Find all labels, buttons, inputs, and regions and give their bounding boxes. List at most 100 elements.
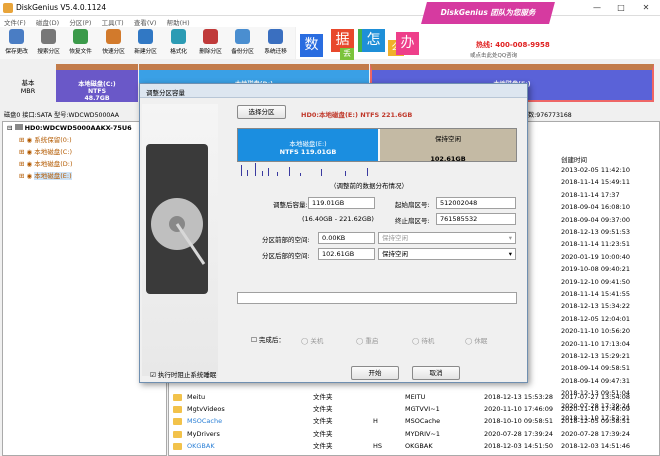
cell-type: 文件夹: [313, 393, 333, 401]
maximize-icon[interactable]: □: [612, 1, 630, 14]
after-space-input[interactable]: 102.61GB: [318, 248, 375, 260]
delete-partition-button[interactable]: 删除分区: [198, 29, 223, 58]
before-space-input[interactable]: 0.00KB: [318, 232, 375, 244]
after-space-label: 分区后部的空间:: [262, 252, 310, 260]
end-sector-label: 终止扇区号:: [395, 217, 430, 225]
table-row[interactable]: Meitu 文件夹 MEITU 2018-12-13 15:53:28 2017-07-…: [169, 392, 660, 403]
partition-icon: ⊞ ◉: [19, 136, 33, 144]
opt-shutdown[interactable]: ◯ 关机: [301, 335, 323, 345]
resize-partition-dialog: 调整分区容量 选择分区 HD0:本地磁盘(E:) NTFS 221.6GB 本地…: [139, 83, 528, 383]
folder-icon: [173, 430, 182, 438]
cell-name: MyDrivers: [187, 429, 220, 438]
menu-bar: 文件(F) 磁盘(D) 分区(P) 工具(T) 查看(V) 帮助(H): [0, 16, 660, 27]
data-distribution-graph: [241, 163, 368, 176]
cell-created: 2018-12-03 14:51:46: [561, 441, 631, 450]
banner-qq-link[interactable]: 或点击此处QQ咨询: [470, 51, 517, 59]
cell-created: 2017-07-27 13:54:08: [561, 393, 631, 401]
cell-created: 2018-12-05 09:58:51: [561, 417, 631, 426]
created-date-cell: 2019-10-08 09:40:21: [561, 265, 631, 274]
created-date-cell: 2018-11-14 11:23:51: [561, 240, 631, 249]
partition-bar-used[interactable]: 本地磁盘(E:) NTFS 119.01GB: [238, 129, 378, 161]
title-bar: DiskGenius V5.4.0.1124 — □ ✕: [0, 0, 660, 16]
partition-bar: 本地磁盘(E:) NTFS 119.01GB 保持空闲 102.61GB: [237, 128, 517, 163]
cell-modified: 2020-07-28 17:39:24: [484, 429, 554, 438]
cell-attr: H: [373, 417, 378, 426]
created-date-cell: 2020-01-19 10:00:40: [561, 252, 631, 261]
created-date-cell: 2018-12-13 15:34:22: [561, 302, 631, 311]
search-partition-button[interactable]: 搜索分区: [36, 29, 61, 58]
cell-short: OKGBAK: [405, 441, 433, 450]
folder-icon: [173, 394, 182, 401]
created-date-cell: 2020-11-10 17:13:04: [561, 339, 631, 348]
table-row[interactable]: MgtvVideos 文件夹 MGTVVI~1 2020-11-10 17:46:09…: [169, 404, 660, 415]
table-row[interactable]: OKGBAK 文件夹 HS OKGBAK 2018-12-03 14:51:50 2018…: [169, 441, 660, 452]
column-created[interactable]: 创建时间: [561, 154, 587, 164]
recover-files-button[interactable]: 恢复文件: [68, 29, 93, 58]
before-space-label: 分区前部的空间:: [262, 236, 310, 244]
dialog-title: 调整分区容量: [140, 84, 527, 98]
end-sector-input[interactable]: 761585532: [436, 213, 516, 225]
banner-slogan: DiskGenius 团队为您服务: [421, 2, 555, 24]
start-sector-label: 起始扇区号:: [395, 201, 430, 209]
cell-type: 文件夹: [313, 429, 333, 438]
cancel-button[interactable]: 取消: [412, 366, 460, 380]
quick-partition-button[interactable]: 快速分区: [101, 29, 126, 58]
table-row[interactable]: MyDrivers 文件夹 MYDRIV~1 2020-07-28 17:39:24 2…: [169, 429, 660, 440]
new-partition-button[interactable]: 新建分区: [133, 29, 158, 58]
collapse-icon[interactable]: ⊟: [7, 124, 12, 132]
dialog-side-illustration: [142, 104, 218, 376]
progress-bar: [237, 292, 517, 304]
system-migrate-button[interactable]: 系统迁移: [263, 29, 288, 58]
save-changes-button[interactable]: 保存更改: [4, 29, 29, 58]
new-partition-icon: [138, 29, 153, 44]
opt-restart[interactable]: ◯ 重启: [356, 335, 378, 345]
banner-phone: 热线: 400-008-9958: [476, 41, 550, 49]
complete-checkbox[interactable]: ☐ 完成后：: [251, 334, 285, 344]
created-date-cell: 2018-12-13 15:29:21: [561, 352, 631, 360]
created-date-cell: 2018-09-14 09:47:31: [561, 376, 631, 385]
size-input[interactable]: 119.01GB: [308, 197, 375, 209]
cell-name: MgtvVideos: [187, 405, 225, 414]
partition-label: HD0:本地磁盘(E:) NTFS 221.6GB: [301, 111, 413, 119]
cell-short: MEITU: [405, 393, 426, 401]
cell-modified: 2020-11-10 17:46:09: [484, 405, 554, 414]
banner-char-5: 怎: [362, 29, 385, 52]
banner-char-3: 丢: [340, 48, 354, 60]
quick-partition-icon: [106, 29, 121, 44]
close-icon[interactable]: ✕: [637, 1, 655, 14]
format-button[interactable]: 格式化: [166, 29, 191, 58]
backup-partition-button[interactable]: 备份分区: [230, 29, 255, 58]
created-date-cell: 2018-11-14 15:41:55: [561, 290, 631, 298]
backup-icon: [235, 29, 250, 44]
start-button[interactable]: 开始: [351, 366, 399, 380]
created-date-cell: 2018-09-14 09:58:51: [561, 364, 631, 373]
folder-icon: [173, 406, 182, 414]
opt-standby[interactable]: ◯ 待机: [412, 335, 434, 345]
partition-icon: ⊞ ◉: [19, 172, 33, 180]
partition-c-block[interactable]: 本地磁盘(C:) NTFS 48.7GB: [56, 64, 138, 102]
cell-type: 文件夹: [313, 405, 333, 414]
before-space-select[interactable]: 保持空闲 ▾: [378, 232, 516, 244]
minimize-icon[interactable]: —: [588, 1, 606, 14]
save-icon: [9, 29, 24, 44]
folder-icon: [173, 418, 182, 426]
banner-char-1: 数: [300, 34, 323, 57]
created-date-cell: 2018-09-04 16:08:10: [561, 203, 631, 212]
created-date-cell: 2019-12-10 09:41:50: [561, 277, 631, 286]
created-date-cell: 2018-09-04 09:37:00: [561, 215, 631, 224]
partition-bar-free[interactable]: 保持空闲 102.61GB: [380, 129, 516, 163]
created-date-cell: 2018-12-05 12:04:01: [561, 314, 631, 323]
disk-icon: [14, 124, 23, 130]
start-sector-input[interactable]: 512002048: [436, 197, 516, 209]
opt-hibernate[interactable]: ◯ 休眠: [465, 335, 487, 345]
after-space-select[interactable]: 保持空闲 ▾: [378, 248, 516, 260]
prevent-sleep-checkbox[interactable]: ☑ 执行时阻止系统睡眠: [150, 369, 216, 379]
cell-short: MSOCache: [405, 417, 441, 426]
table-row[interactable]: MSOCache 文件夹 H MSOCache 2018-10-10 09:58:51 2…: [169, 416, 660, 427]
format-icon: [171, 29, 186, 44]
disk-type-label: 基本 MBR: [20, 79, 36, 95]
select-partition-button[interactable]: 选择分区: [237, 105, 286, 119]
recover-icon: [73, 29, 88, 44]
distribution-hint: （调整前的数据分布情况）: [330, 182, 408, 190]
cell-type: 文件夹: [313, 417, 333, 426]
